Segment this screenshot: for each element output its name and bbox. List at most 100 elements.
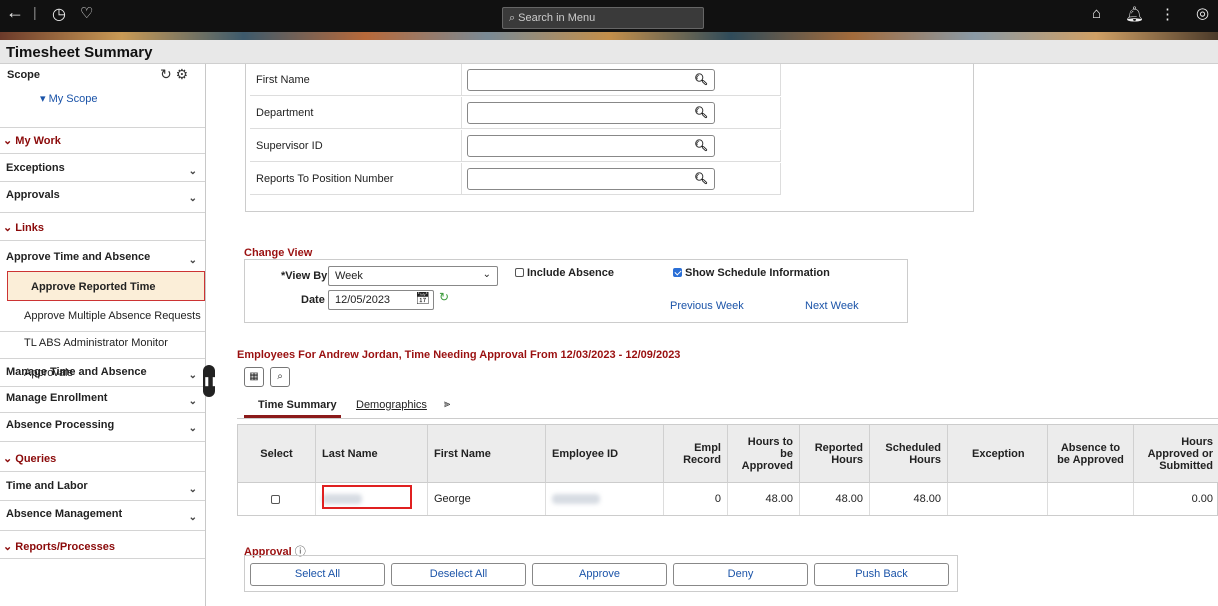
lookup-search-icon[interactable]: 🔍︎: [694, 106, 708, 119]
tab-divider: [237, 418, 1218, 419]
redacted-employee-id: [552, 494, 600, 504]
exception-cell: [948, 483, 1048, 515]
next-week-link[interactable]: Next Week: [805, 300, 859, 312]
checkbox-unchecked[interactable]: [515, 268, 524, 277]
column-header-scheduled-hours[interactable]: Scheduled Hours: [870, 425, 948, 483]
tab-demographics[interactable]: Demographics: [356, 399, 427, 411]
sidebar-link-tl-abs-admin[interactable]: TL ABS Administrator Monitor Approvals: [0, 328, 205, 379]
time-summary-grid: Select Last Name First Name Employee ID …: [237, 424, 1218, 516]
lookup-search-icon[interactable]: 🔍︎: [694, 172, 708, 185]
sidebar-collapse-handle[interactable]: ❚❚: [203, 365, 218, 397]
column-header-reported-hours[interactable]: Reported Hours: [800, 425, 870, 483]
deny-button[interactable]: Deny: [673, 563, 808, 586]
row-select-checkbox[interactable]: [270, 494, 280, 504]
lookup-search-icon[interactable]: 🔍︎: [694, 73, 708, 86]
sidebar-item-approvals[interactable]: Approvals ⌄: [0, 189, 205, 209]
personalize-grid-button[interactable]: ▦: [244, 367, 264, 387]
push-back-button[interactable]: Push Back: [814, 563, 949, 586]
column-header-hours-to-approve[interactable]: Hours to be Approved: [728, 425, 800, 483]
divider: [0, 181, 205, 182]
refresh-scope-icon[interactable]: ↻: [160, 66, 172, 82]
reports-to-position-input[interactable]: 🔍︎: [467, 168, 715, 190]
sidebar-item-approve-time-absence[interactable]: Approve Time and Absence ⌄: [0, 251, 205, 271]
first-name-input[interactable]: 🔍︎: [467, 69, 715, 91]
back-arrow-icon[interactable]: ←: [6, 2, 24, 23]
actions-menu-icon[interactable]: ⋮: [1160, 5, 1175, 23]
lookup-search-icon[interactable]: 🔍︎: [694, 139, 708, 152]
view-by-select[interactable]: Week ⌄: [328, 266, 498, 286]
chevron-down-icon: ⌄: [188, 255, 197, 266]
divider: [0, 412, 205, 413]
section-links-label: Links: [15, 222, 45, 234]
scope-settings-gear-icon[interactable]: ⚙: [176, 66, 189, 82]
search-row-supervisor-id: Supervisor ID 🔍︎: [250, 130, 781, 162]
section-queries[interactable]: ⌄ Queries: [0, 452, 205, 465]
sidebar-item-label: Exceptions: [6, 162, 65, 174]
previous-week-link[interactable]: Previous Week: [670, 300, 744, 312]
tab-time-summary[interactable]: Time Summary: [258, 399, 337, 411]
chevron-down-icon: ⌄: [3, 135, 13, 147]
checkbox-checked[interactable]: [673, 268, 682, 277]
page-title-bar: Timesheet Summary: [0, 40, 1218, 64]
banner-stripe: [0, 32, 1218, 40]
divider: [0, 212, 205, 213]
my-scope-link[interactable]: ▾ My Scope: [40, 92, 98, 105]
absence-to-approve-cell: [1048, 483, 1134, 515]
supervisor-id-input[interactable]: 🔍︎: [467, 135, 715, 157]
search-criteria-panel: First Name 🔍︎ Department 🔍︎ Supervisor I…: [245, 64, 974, 212]
refresh-icon[interactable]: ↻: [439, 290, 449, 304]
show-schedule-checkbox[interactable]: Show Schedule Information: [673, 267, 830, 279]
column-header-first-name[interactable]: First Name: [428, 425, 546, 483]
search-icon: ⌕: [277, 371, 283, 382]
section-links[interactable]: ⌄ Links: [0, 221, 205, 234]
sidebar-item-exceptions[interactable]: Exceptions ⌄: [0, 162, 205, 182]
notification-bell-icon[interactable]: 🔔︎: [1125, 5, 1144, 23]
show-all-columns-icon[interactable]: ⫸: [444, 398, 450, 411]
sidebar-item-manage-time-absence[interactable]: Manage Time and Absence ⌄: [0, 366, 205, 386]
sidebar-item-label: Time and Labor: [6, 480, 88, 492]
sidebar-item-time-and-labor[interactable]: Time and Labor ⌄: [0, 480, 205, 500]
divider: [0, 153, 205, 154]
include-absence-label: Include Absence: [527, 267, 615, 279]
date-value: 12/05/2023: [335, 294, 391, 306]
history-clock-icon[interactable]: ◷: [52, 4, 66, 24]
sidebar-link-approve-multiple-absence[interactable]: Approve Multiple Absence Requests: [0, 301, 205, 331]
chevron-down-icon: ⌄: [188, 166, 197, 177]
deselect-all-button[interactable]: Deselect All: [391, 563, 526, 586]
column-header-absence-to-approve[interactable]: Absence to be Approved: [1048, 425, 1134, 483]
show-schedule-label: Show Schedule Information: [685, 267, 830, 279]
scope-actions: ↻ ⚙: [160, 66, 188, 83]
sidebar-item-manage-enrollment[interactable]: Manage Enrollment ⌄: [0, 392, 205, 412]
hours-approved-cell: 0.00: [1191, 493, 1213, 505]
change-view-panel: *View By Week ⌄ Date 12/05/2023 📅︎ ↻ Incl…: [244, 259, 908, 323]
home-icon[interactable]: ⌂: [1092, 5, 1101, 22]
menu-search-input[interactable]: ⌕ Search in Menu: [502, 7, 704, 29]
column-header-hours-approved[interactable]: Hours Approved or Submitted: [1134, 425, 1218, 483]
section-reports-processes[interactable]: ⌄ Reports/Processes: [0, 540, 205, 553]
divider-icon: |: [33, 4, 37, 20]
column-header-exception[interactable]: Exception: [948, 425, 1048, 483]
include-absence-checkbox[interactable]: Include Absence: [515, 267, 614, 279]
divider: [0, 500, 205, 501]
approve-button[interactable]: Approve: [532, 563, 667, 586]
view-by-label: *View By: [281, 270, 328, 282]
sidebar-link-approve-reported-time[interactable]: Approve Reported Time: [7, 271, 205, 301]
section-queries-label: Queries: [15, 453, 57, 465]
grid-find-button[interactable]: ⌕: [270, 367, 290, 387]
select-all-button[interactable]: Select All: [250, 563, 385, 586]
column-header-empl-record[interactable]: Empl Record: [664, 425, 728, 483]
column-header-last-name[interactable]: Last Name: [316, 425, 428, 483]
search-label: Reports To Position Number: [256, 173, 394, 185]
section-my-work[interactable]: ⌄ My Work: [0, 134, 205, 147]
calendar-icon[interactable]: 📅︎: [415, 291, 430, 305]
sidebar-item-absence-processing[interactable]: Absence Processing ⌄: [0, 419, 205, 439]
divider: [0, 558, 205, 559]
sidebar-item-absence-management[interactable]: Absence Management ⌄: [0, 508, 205, 528]
department-input[interactable]: 🔍︎: [467, 102, 715, 124]
navbar-compass-icon[interactable]: ◎: [1196, 4, 1209, 22]
sidebar-item-label: Approve Time and Absence: [6, 251, 151, 263]
sidebar: Scope ↻ ⚙ ▾ My Scope ⌄ My Work Exception…: [0, 64, 206, 606]
favorites-heart-icon[interactable]: ♡: [80, 4, 93, 22]
column-header-employee-id[interactable]: Employee ID: [546, 425, 664, 483]
sidebar-item-label: Absence Processing: [6, 419, 115, 431]
